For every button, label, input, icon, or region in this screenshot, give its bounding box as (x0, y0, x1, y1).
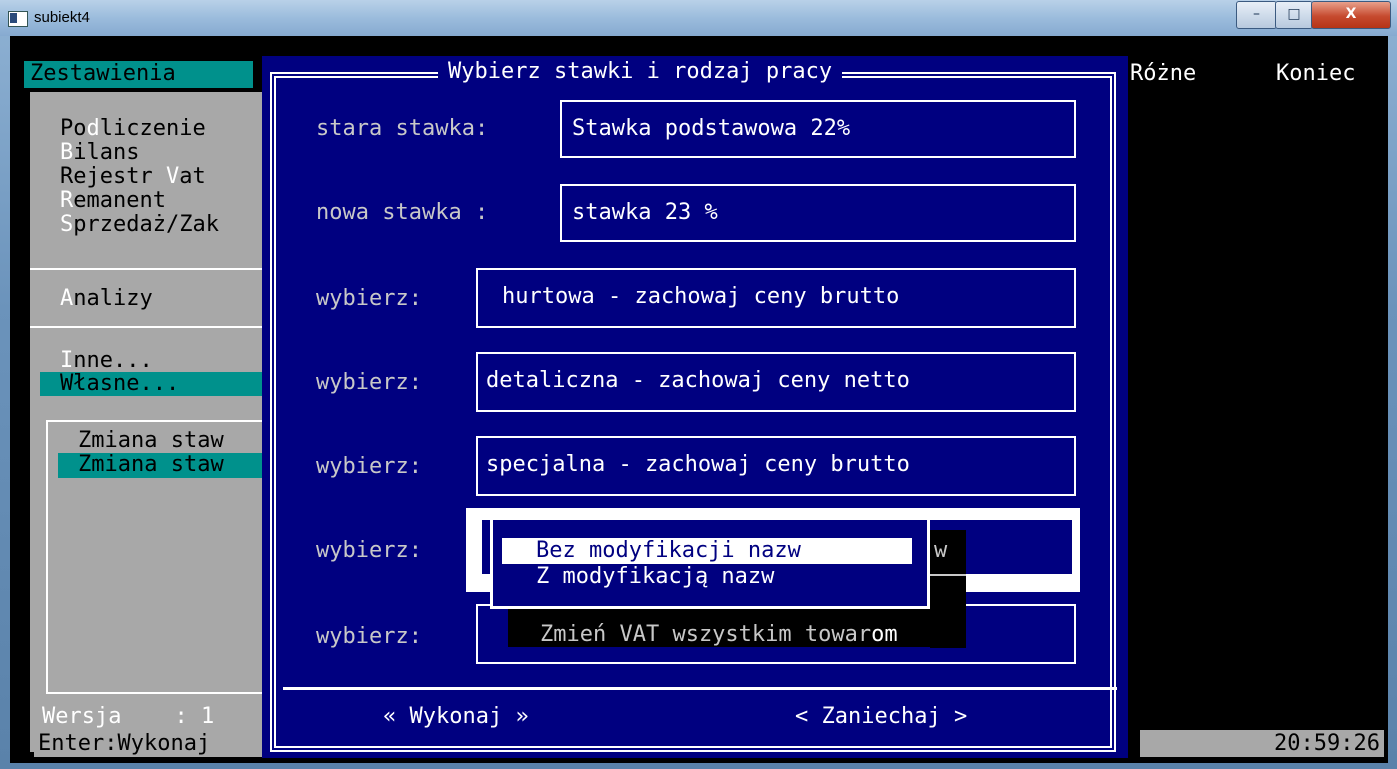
menu-text: ilans (73, 140, 140, 165)
menu-text: at (179, 164, 206, 189)
price-detaliczna-field[interactable]: detaliczna - zachowaj ceny netto (476, 352, 1076, 412)
apply-all-text: Zmień VAT wszystkim towar (540, 622, 872, 647)
hotkey: I (60, 348, 74, 373)
option-z-modyfikacja[interactable]: Z modyfikacją nazw (536, 564, 774, 590)
apply-all-text-tail: om (871, 622, 898, 647)
menu-text: nalizy (73, 286, 153, 311)
menu-zestawienia[interactable]: Zestawienia (24, 61, 253, 88)
maximize-button[interactable]: □ (1275, 1, 1313, 29)
choose-label-5: wybierz: (316, 624, 422, 649)
close-button[interactable]: X (1311, 1, 1391, 29)
title-bar: subiekt4 – □ X (0, 0, 1397, 36)
menu-text: emanent (73, 188, 166, 213)
old-rate-field[interactable]: Stawka podstawowa 22% (560, 100, 1076, 158)
menu-item-analizy[interactable]: Analizy (60, 288, 153, 310)
menu-rozne[interactable]: Różne (1130, 61, 1196, 87)
menu-text: Rejestr (60, 164, 166, 189)
menu-item-sprzedaz[interactable]: Sprzedaż/Zak (60, 214, 219, 236)
app-icon (8, 11, 28, 27)
menu-koniec[interactable]: Koniec (1276, 61, 1355, 87)
hotkey: d (86, 116, 100, 141)
hidden-border-fragment (930, 574, 966, 576)
hotkey: B (60, 140, 74, 165)
menu-text: liczenie (99, 116, 206, 141)
cancel-button[interactable]: < Zaniechaj > (795, 704, 967, 729)
new-rate-label: nowa stawka : (316, 200, 489, 225)
price-hurtowa-field[interactable]: hurtowa - zachowaj ceny brutto (476, 268, 1076, 328)
menu-divider (30, 268, 270, 270)
menu-item-bilans[interactable]: Bilans (60, 142, 139, 164)
menu-item-podliczenie[interactable]: Podliczenie (60, 118, 206, 140)
dialog-title: Wybierz stawki i rodzaj pracy (438, 59, 843, 85)
menu-item-remanent[interactable]: Remanent (60, 190, 166, 212)
submenu-item-zmiana-1[interactable]: Zmiana staw (78, 430, 224, 452)
version-label: Wersja : 1 (42, 704, 215, 729)
hidden-field-fragment: w (934, 538, 948, 563)
status-hint: Enter:Wykonaj (34, 730, 262, 757)
menu-text: przedaż/Zak (73, 212, 219, 237)
minimize-button[interactable]: – (1236, 1, 1277, 29)
hotkey: V (165, 164, 180, 189)
menu-item-rejestr-vat[interactable]: Rejestr Vat (60, 166, 206, 188)
choose-label-1: wybierz: (316, 286, 422, 311)
execute-button[interactable]: « Wykonaj » (383, 704, 529, 729)
apply-all-label: Zmień VAT wszystkim towarom (520, 620, 966, 650)
submenu-item-zmiana-2[interactable]: Zmiana staw (78, 454, 224, 476)
dialog-separator (283, 687, 1117, 690)
new-rate-field[interactable]: stawka 23 % (560, 184, 1076, 242)
menu-text: Po (60, 116, 87, 141)
menu-item-wlasne[interactable]: Własne... (60, 373, 179, 395)
clock: 20:59:26 (1140, 730, 1384, 757)
hotkey: S (60, 212, 74, 237)
option-bez-modyfikacji[interactable]: Bez modyfikacji nazw (502, 538, 912, 564)
hotkey: R (60, 188, 74, 213)
menu-text: nne... (73, 348, 153, 373)
choose-label-2: wybierz: (316, 370, 422, 395)
window-title: subiekt4 (34, 9, 90, 26)
choose-label-3: wybierz: (316, 454, 422, 479)
menu-divider (30, 326, 270, 328)
hotkey: A (60, 286, 74, 311)
price-specjalna-field[interactable]: specjalna - zachowaj ceny brutto (476, 436, 1076, 496)
choose-label-4: wybierz: (316, 538, 422, 563)
menu-item-inne[interactable]: Inne... (60, 350, 153, 372)
old-rate-label: stara stawka: (316, 116, 489, 141)
